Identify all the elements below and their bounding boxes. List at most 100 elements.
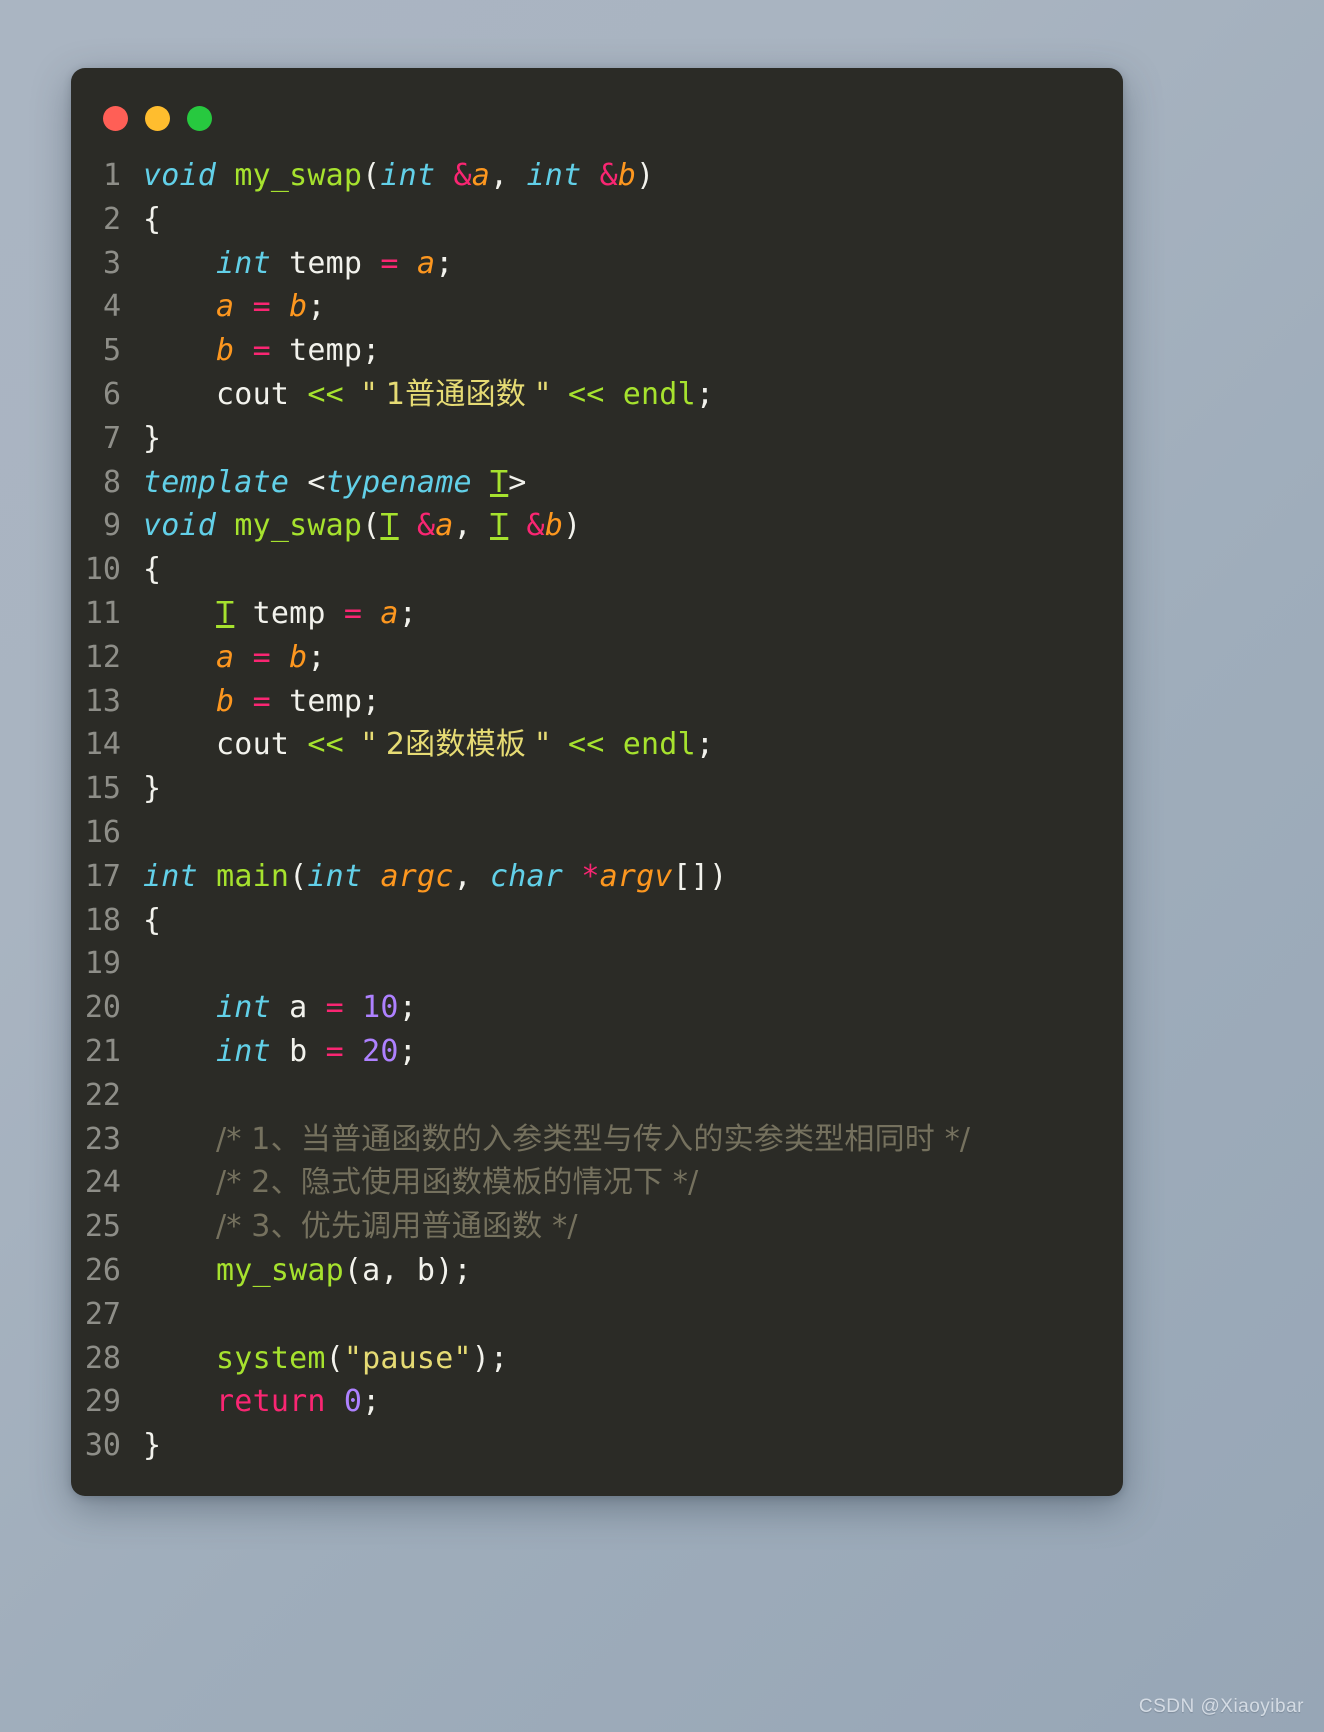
code-line[interactable]: 19 bbox=[71, 942, 1123, 986]
code-line[interactable]: 15} bbox=[71, 767, 1123, 811]
token-plain: , bbox=[490, 158, 527, 193]
line-number: 2 bbox=[102, 201, 121, 237]
token-plain: ( bbox=[325, 1340, 344, 1376]
code-line[interactable]: 12 a = b; bbox=[71, 636, 1123, 680]
code-line[interactable]: 5 b = temp; bbox=[71, 329, 1123, 373]
token-cmt: /* 3、优先调用普通函数 */ bbox=[216, 1209, 578, 1245]
code-line[interactable]: 24 /* 2、隐式使用函数模板的情况下 */ bbox=[71, 1161, 1123, 1205]
code-line[interactable]: 30} bbox=[71, 1424, 1123, 1468]
line-content: template <typename T> bbox=[143, 461, 527, 505]
line-number: 21 bbox=[84, 1033, 121, 1069]
line-number: 26 bbox=[84, 1252, 121, 1288]
code-line[interactable]: 14 cout << " 2函数模板 " << endl; bbox=[71, 723, 1123, 767]
token-plain: temp bbox=[234, 595, 344, 631]
token-plain: cout bbox=[143, 727, 308, 763]
token-op: & bbox=[416, 508, 436, 544]
line-number: 10 bbox=[84, 552, 121, 588]
token-str: " 2函数模板 " bbox=[362, 727, 550, 763]
code-editor-window: 1 void my_swap(int &a, int &b) 2{3 int tem… bbox=[71, 68, 1123, 1496]
token-op: = bbox=[325, 990, 344, 1026]
token-plain: ( bbox=[362, 158, 381, 193]
code-line[interactable]: 27 bbox=[71, 1293, 1123, 1337]
code-content[interactable]: 1 void my_swap(int &a, int &b) 2{3 int tem… bbox=[71, 154, 1123, 1496]
token-fn: my_swap bbox=[234, 508, 363, 544]
code-line[interactable]: 28 system("pause"); bbox=[71, 1337, 1123, 1381]
line-number: 27 bbox=[84, 1296, 121, 1332]
line-number: 5 bbox=[102, 333, 121, 369]
token-fn: main bbox=[216, 858, 290, 894]
code-line[interactable]: 13 b = temp; bbox=[71, 680, 1123, 724]
token-plain: ; bbox=[695, 376, 715, 412]
code-line[interactable]: 2{ bbox=[71, 198, 1123, 242]
code-line[interactable]: 4 a = b; bbox=[71, 285, 1123, 329]
token-var: b bbox=[216, 333, 235, 369]
token-var: b bbox=[544, 508, 564, 544]
token-str: "pause" bbox=[343, 1340, 472, 1376]
line-content: b = temp; bbox=[143, 680, 380, 724]
code-line[interactable]: 6 cout << " 1普通函数 " << endl; bbox=[71, 373, 1123, 417]
code-line[interactable]: 8 template <typename T> bbox=[71, 461, 1123, 505]
close-window-button[interactable] bbox=[103, 106, 128, 131]
token-kw: template bbox=[143, 464, 290, 500]
code-line[interactable]: 20 int a = 10; bbox=[71, 986, 1123, 1030]
token-num: 20 bbox=[362, 1033, 399, 1069]
code-line[interactable]: 23 /* 1、当普通函数的入参类型与传入的实参类型相同时 */ bbox=[71, 1118, 1123, 1162]
line-content: /* 3、优先调用普通函数 */ bbox=[143, 1205, 578, 1249]
token-plain: ; bbox=[398, 1033, 417, 1069]
token-op: = bbox=[252, 683, 271, 719]
token-var: a bbox=[216, 639, 235, 675]
code-line[interactable]: 18 { bbox=[71, 899, 1123, 943]
code-line[interactable]: 17 int main(int argc, char *argv[]) bbox=[71, 855, 1123, 899]
token-plain: < bbox=[289, 464, 326, 500]
code-line[interactable]: 29 return 0; bbox=[71, 1380, 1123, 1424]
line-content: system("pause"); bbox=[143, 1337, 508, 1381]
line-content: cout << " 2函数模板 " << endl; bbox=[143, 723, 714, 767]
code-line[interactable]: 3 int temp = a; bbox=[71, 242, 1123, 286]
code-line[interactable]: 25 /* 3、优先调用普通函数 */ bbox=[71, 1205, 1123, 1249]
line-number: 28 bbox=[84, 1340, 121, 1376]
token-var: argv bbox=[599, 858, 673, 894]
code-line[interactable]: 10 { bbox=[71, 548, 1123, 592]
token-plain: ; bbox=[398, 990, 417, 1026]
token-type: T bbox=[490, 508, 509, 544]
token-fn: my_swap bbox=[216, 1252, 344, 1288]
code-line[interactable]: 1 void my_swap(int &a, int &b) bbox=[71, 154, 1123, 198]
code-line[interactable]: 22 bbox=[71, 1074, 1123, 1118]
token-kw: int bbox=[526, 158, 582, 193]
line-number: 19 bbox=[84, 946, 121, 982]
code-line[interactable]: 26 my_swap(a, b); bbox=[71, 1249, 1123, 1293]
code-line[interactable]: 11 T temp = a; bbox=[71, 592, 1123, 636]
code-line[interactable]: 16 bbox=[71, 811, 1123, 855]
token-kw: int bbox=[216, 1033, 271, 1069]
line-number: 15 bbox=[84, 771, 121, 807]
token-op: * bbox=[581, 858, 600, 894]
line-content: int b = 20; bbox=[143, 1030, 417, 1074]
token-num: 10 bbox=[362, 990, 399, 1026]
code-line[interactable]: 7} bbox=[71, 417, 1123, 461]
token-fn: my_swap bbox=[234, 158, 363, 193]
token-var: argc bbox=[380, 858, 454, 894]
token-op: & bbox=[599, 158, 618, 193]
window-traffic-lights bbox=[103, 106, 212, 131]
code-line[interactable]: 9 void my_swap(T &a, T &b) bbox=[71, 504, 1123, 548]
token-plain: temp bbox=[270, 245, 381, 281]
minimize-window-button[interactable] bbox=[145, 106, 170, 131]
maximize-window-button[interactable] bbox=[187, 106, 212, 131]
line-content: int main(int argc, char *argv[]) bbox=[143, 855, 727, 899]
code-line[interactable]: 21 int b = 20; bbox=[71, 1030, 1123, 1074]
token-var: b bbox=[289, 639, 308, 675]
